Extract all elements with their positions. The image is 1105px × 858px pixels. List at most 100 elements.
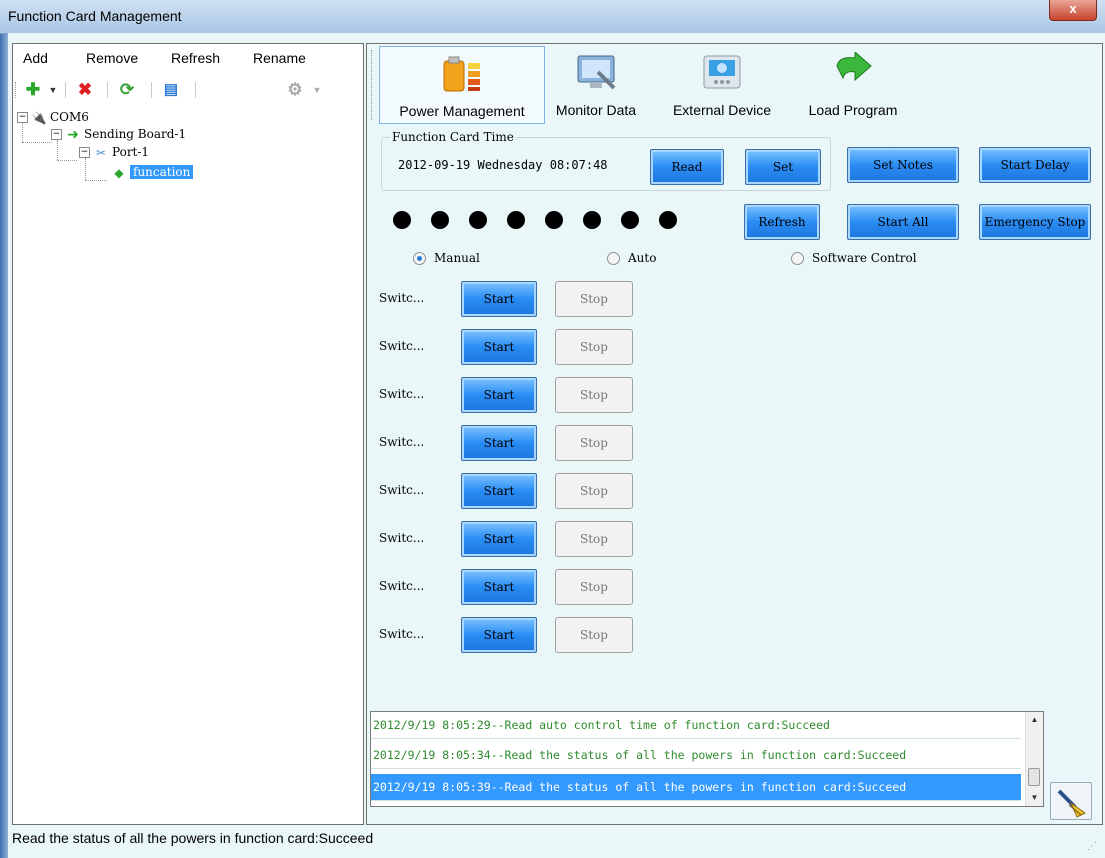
function-card-time-title: Function Card Time bbox=[390, 130, 516, 144]
set-button[interactable]: Set bbox=[745, 149, 821, 185]
switch-start-button[interactable]: Start bbox=[461, 281, 537, 317]
menu-rename[interactable]: Rename bbox=[253, 50, 306, 66]
close-button[interactable]: x bbox=[1049, 0, 1097, 21]
switch-label: Switc... bbox=[379, 531, 425, 545]
switch-start-button[interactable]: Start bbox=[461, 569, 537, 605]
switch-label: Switc... bbox=[379, 291, 425, 305]
tree-menu: Add Remove Refresh Rename bbox=[13, 50, 363, 70]
scroll-up-icon[interactable]: ▲ bbox=[1026, 712, 1043, 728]
function-card-datetime: 2012-09-19 Wednesday 08:07:48 bbox=[398, 158, 608, 172]
toolbar-grip bbox=[15, 82, 17, 98]
add-icon[interactable]: ✚ bbox=[23, 80, 43, 100]
status-bar-text: Read the status of all the powers in fun… bbox=[12, 830, 374, 846]
radio-unselected-icon bbox=[607, 252, 620, 265]
tree-node-function-card-label: funcation bbox=[130, 165, 194, 179]
power-status-indicator bbox=[621, 211, 639, 229]
start-all-button[interactable]: Start All bbox=[847, 204, 959, 240]
switch-stop-button[interactable]: Stop bbox=[555, 521, 633, 557]
refresh-icon[interactable]: ⟳ bbox=[117, 80, 137, 100]
power-status-indicator bbox=[431, 211, 449, 229]
log-scrollbar[interactable]: ▲ ▼ bbox=[1025, 712, 1043, 806]
menu-remove[interactable]: Remove bbox=[86, 50, 138, 66]
switch-label: Switc... bbox=[379, 387, 425, 401]
tab-load-program[interactable]: Load Program bbox=[797, 46, 909, 122]
tab-power-management-label: Power Management bbox=[399, 103, 525, 119]
log-entry[interactable]: 2012/9/19 8:05:34--Read the status of al… bbox=[371, 742, 1021, 769]
set-notes-button[interactable]: Set Notes bbox=[847, 147, 959, 183]
switch-stop-button[interactable]: Stop bbox=[555, 329, 633, 365]
add-dropdown-icon[interactable]: ▼ bbox=[43, 80, 63, 100]
switch-label: Switc... bbox=[379, 579, 425, 593]
tree-node-port-label: Port-1 bbox=[112, 145, 150, 159]
switch-start-button[interactable]: Start bbox=[461, 521, 537, 557]
device-tree-pane: Add Remove Refresh Rename ✚ ▼ ✖ ⟳ ▤ ⚙ ▼ … bbox=[12, 43, 364, 825]
power-status-indicator bbox=[393, 211, 411, 229]
window-left-border bbox=[0, 33, 8, 858]
power-status-indicator bbox=[583, 211, 601, 229]
tree-node-com[interactable]: − 🔌 COM6 bbox=[17, 110, 89, 126]
emergency-stop-button[interactable]: Emergency Stop bbox=[979, 204, 1091, 240]
tab-monitor-data[interactable]: Monitor Data bbox=[547, 46, 645, 122]
collapse-icon[interactable]: − bbox=[79, 147, 90, 158]
menu-add[interactable]: Add bbox=[23, 50, 48, 66]
device-icon bbox=[703, 55, 741, 89]
mode-manual-radio[interactable]: Manual bbox=[413, 251, 480, 265]
read-button[interactable]: Read bbox=[650, 149, 724, 185]
scroll-down-icon[interactable]: ▼ bbox=[1026, 790, 1043, 806]
resize-grip-icon[interactable]: ⋰ bbox=[1087, 841, 1097, 852]
mode-auto-radio[interactable]: Auto bbox=[607, 251, 656, 265]
collapse-icon[interactable]: − bbox=[17, 112, 28, 123]
switch-stop-button[interactable]: Stop bbox=[555, 569, 633, 605]
log-list[interactable]: 2012/9/19 8:05:29--Read auto control tim… bbox=[370, 711, 1044, 807]
tab-external-device[interactable]: External Device bbox=[649, 46, 795, 122]
settings-dropdown-icon[interactable]: ▼ bbox=[307, 80, 327, 100]
tree-node-function-card[interactable]: ◆ funcation bbox=[111, 165, 194, 181]
battery-icon bbox=[443, 56, 480, 92]
refresh-button[interactable]: Refresh bbox=[744, 204, 820, 240]
switch-label: Switc... bbox=[379, 483, 425, 497]
tab-monitor-data-label: Monitor Data bbox=[555, 102, 637, 118]
menu-refresh[interactable]: Refresh bbox=[171, 50, 220, 66]
switch-label: Switc... bbox=[379, 339, 425, 353]
tree-node-sending-board[interactable]: − ➜ Sending Board-1 bbox=[51, 127, 186, 143]
window-title: Function Card Management bbox=[8, 8, 182, 24]
tab-load-program-label: Load Program bbox=[808, 102, 898, 118]
switch-start-button[interactable]: Start bbox=[461, 329, 537, 365]
mode-software-control-radio[interactable]: Software Control bbox=[791, 251, 917, 265]
green-arrow-icon bbox=[836, 50, 872, 82]
tree-node-sending-board-label: Sending Board-1 bbox=[84, 127, 187, 141]
log-entry-selected[interactable]: 2012/9/19 8:05:39--Read the status of al… bbox=[371, 774, 1021, 801]
log-entry[interactable]: 2012/9/19 8:05:29--Read auto control tim… bbox=[371, 712, 1021, 739]
power-status-indicator bbox=[469, 211, 487, 229]
tab-power-management[interactable]: Power Management bbox=[379, 46, 545, 124]
clear-log-button[interactable] bbox=[1050, 782, 1092, 820]
switch-stop-button[interactable]: Stop bbox=[555, 617, 633, 653]
switch-start-button[interactable]: Start bbox=[461, 425, 537, 461]
green-arrow-icon: ➜ bbox=[67, 126, 79, 143]
toolbar-separator bbox=[151, 82, 152, 98]
radio-unselected-icon bbox=[791, 252, 804, 265]
radio-selected-icon bbox=[413, 252, 426, 265]
tree-node-port[interactable]: − ✂ Port-1 bbox=[79, 145, 149, 161]
switch-start-button[interactable]: Start bbox=[461, 377, 537, 413]
switch-stop-button[interactable]: Stop bbox=[555, 425, 633, 461]
scroll-thumb[interactable] bbox=[1028, 768, 1040, 786]
title-bar[interactable]: Function Card Management x bbox=[0, 0, 1105, 34]
switch-label: Switc... bbox=[379, 435, 425, 449]
function-card-pane: Power Management Monitor Data External D… bbox=[366, 43, 1103, 825]
switch-stop-button[interactable]: Stop bbox=[555, 377, 633, 413]
switch-stop-button[interactable]: Stop bbox=[555, 281, 633, 317]
settings-icon[interactable]: ⚙ bbox=[285, 80, 305, 100]
toolbar-separator bbox=[65, 82, 66, 98]
mode-auto-label: Auto bbox=[628, 251, 657, 265]
tree-node-com-label: COM6 bbox=[50, 110, 89, 124]
monitor-icon bbox=[577, 55, 616, 90]
switch-label: Switc... bbox=[379, 627, 425, 641]
switch-start-button[interactable]: Start bbox=[461, 617, 537, 653]
remove-icon[interactable]: ✖ bbox=[75, 80, 95, 100]
switch-stop-button[interactable]: Stop bbox=[555, 473, 633, 509]
switch-start-button[interactable]: Start bbox=[461, 473, 537, 509]
rename-icon[interactable]: ▤ bbox=[161, 80, 181, 100]
collapse-icon[interactable]: − bbox=[51, 129, 62, 140]
start-delay-button[interactable]: Start Delay bbox=[979, 147, 1091, 183]
